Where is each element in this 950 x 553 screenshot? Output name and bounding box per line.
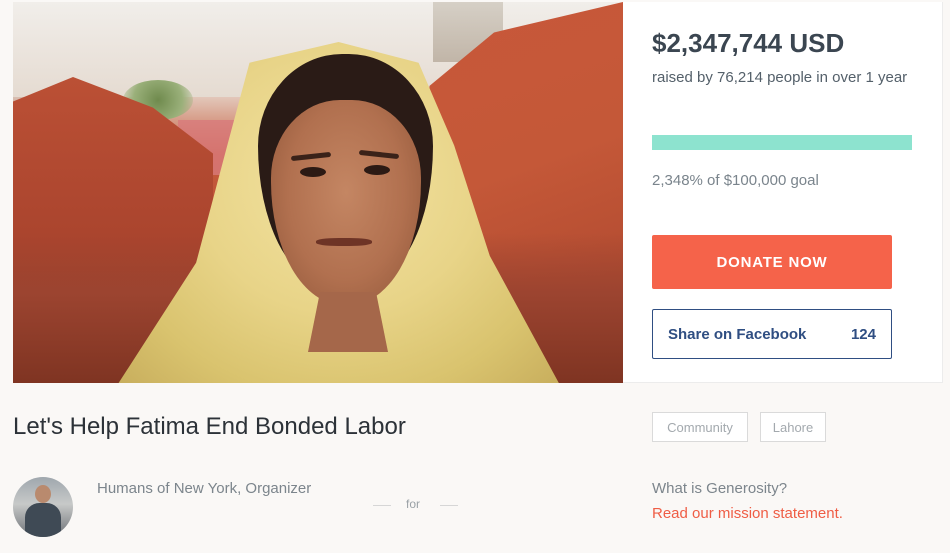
share-count: 124 [850,325,876,343]
organizer-avatar[interactable] [13,477,73,537]
for-label: for [406,497,421,511]
campaign-photo [13,2,623,383]
share-facebook-label: Share on Facebook [668,325,807,343]
raised-amount: $2,347,744 USD [652,28,845,58]
tag-lahore[interactable]: Lahore [760,412,826,442]
share-on-facebook-button[interactable]: Share on Facebook 124 [652,309,892,359]
progress-bar [652,135,912,150]
organizer-name[interactable]: Humans of New York, Organizer [97,480,311,497]
progress-bar-fill [652,135,912,150]
mission-statement-link[interactable]: Read our mission statement. [652,505,843,522]
divider [440,505,458,506]
raised-by-text: raised by 76,214 people in over 1 year [652,69,908,86]
campaign-page: $2,347,744 USD raised by 76,214 people i… [0,0,950,553]
donate-now-button[interactable]: DONATE NOW [652,235,892,289]
divider [373,505,391,506]
what-is-generosity-text: What is Generosity? [652,480,788,497]
goal-text: 2,348% of $100,000 goal [652,172,819,189]
donation-panel: $2,347,744 USD raised by 76,214 people i… [623,2,943,383]
tag-community[interactable]: Community [652,412,748,442]
campaign-title: Let's Help Fatima End Bonded Labor [13,413,406,440]
